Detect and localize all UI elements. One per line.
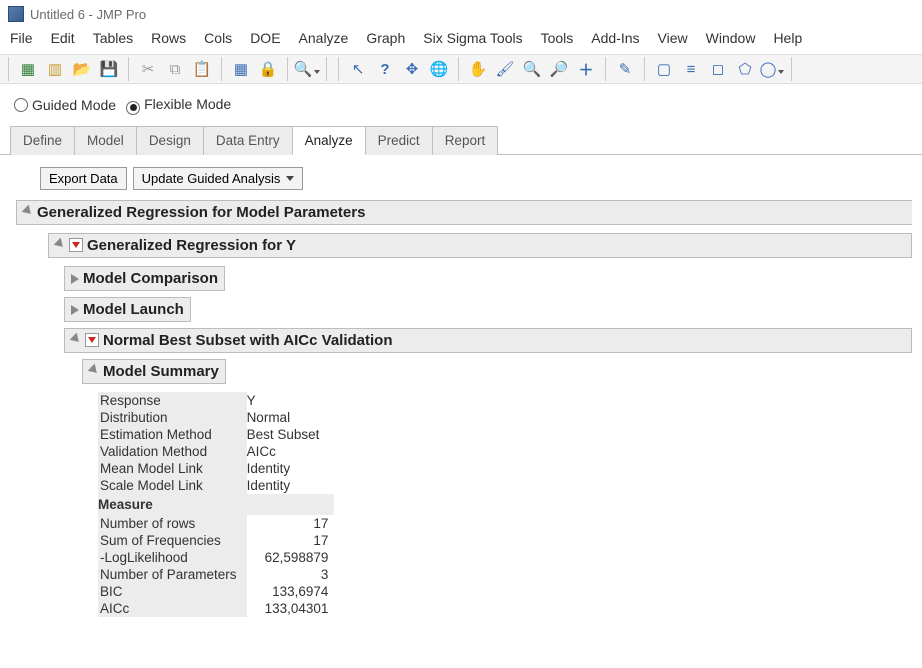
- row-nparam: Number of Parameters3: [98, 566, 334, 583]
- window-title: Untitled 6 - JMP Pro: [30, 7, 146, 22]
- disclosure-open-icon[interactable]: [88, 364, 101, 377]
- text-box-icon[interactable]: ▢: [652, 57, 676, 81]
- row-mean-link: Mean Model LinkIdentity: [98, 460, 334, 477]
- tab-define[interactable]: Define: [10, 126, 75, 155]
- new-table-icon[interactable]: ▦: [16, 57, 40, 81]
- menu-analyze[interactable]: Analyze: [299, 30, 349, 46]
- paste-icon[interactable]: 📋: [190, 57, 214, 81]
- row-sumfreq: Sum of Frequencies17: [98, 532, 334, 549]
- polygon-icon[interactable]: ⬠: [733, 57, 757, 81]
- crosshair-icon[interactable]: ✥: [400, 57, 424, 81]
- arrow-icon[interactable]: ↖: [346, 57, 370, 81]
- outline-model-launch[interactable]: Model Launch: [64, 297, 191, 322]
- lock-icon[interactable]: 🔒: [256, 57, 280, 81]
- outline-model-launch-label: Model Launch: [83, 301, 184, 318]
- row-scale-link: Scale Model LinkIdentity: [98, 477, 334, 494]
- new-script-icon[interactable]: ▥: [43, 57, 67, 81]
- outline-best-subset-label: Normal Best Subset with AICc Validation: [103, 332, 393, 349]
- redhot-icon[interactable]: [85, 333, 99, 347]
- menu-help[interactable]: Help: [773, 30, 802, 46]
- toolbar: ▦ ▥ 📂 💾 ✂ ⧉ 📋 ▦ 🔒 🔍 ↖ ? ✥ 🌐 ✋ 🖌 🔍 🔎 ＋ ✎ …: [0, 54, 922, 84]
- outline-best-subset[interactable]: Normal Best Subset with AICc Validation: [64, 328, 912, 353]
- flexible-mode-radio[interactable]: Flexible Mode: [126, 96, 231, 115]
- menu-cols[interactable]: Cols: [204, 30, 232, 46]
- menu-addins[interactable]: Add-Ins: [591, 30, 639, 46]
- disclosure-closed-icon[interactable]: [71, 305, 79, 315]
- menu-tables[interactable]: Tables: [93, 30, 133, 46]
- disclosure-closed-icon[interactable]: [71, 274, 79, 284]
- menu-edit[interactable]: Edit: [51, 30, 75, 46]
- table-icon[interactable]: ▦: [229, 57, 253, 81]
- tab-design[interactable]: Design: [136, 126, 204, 155]
- guided-mode-radio[interactable]: Guided Mode: [14, 97, 116, 113]
- disclosure-open-icon[interactable]: [70, 333, 83, 346]
- row-distribution: DistributionNormal: [98, 409, 334, 426]
- search-icon[interactable]: 🔍: [295, 57, 319, 81]
- plus-icon[interactable]: ＋: [574, 57, 598, 81]
- row-response: ResponseY: [98, 392, 334, 409]
- model-summary-table: ResponseY DistributionNormal Estimation …: [98, 392, 912, 617]
- outline-genreg-y[interactable]: Generalized Regression for Y: [48, 233, 912, 258]
- hand-icon[interactable]: ✋: [466, 57, 490, 81]
- outline-root-label: Generalized Regression for Model Paramet…: [37, 204, 365, 221]
- menu-doe[interactable]: DOE: [250, 30, 280, 46]
- outline-model-comparison-label: Model Comparison: [83, 270, 218, 287]
- disclosure-open-icon[interactable]: [54, 238, 67, 251]
- workflow-tabs: Define Model Design Data Entry Analyze P…: [0, 125, 922, 155]
- tab-model[interactable]: Model: [74, 126, 137, 155]
- row-loglik: -LogLikelihood62,598879: [98, 549, 334, 566]
- pencil-icon[interactable]: ✎: [613, 57, 637, 81]
- outline-model-summary-label: Model Summary: [103, 363, 219, 380]
- tab-analyze[interactable]: Analyze: [292, 126, 366, 155]
- outline-root[interactable]: Generalized Regression for Model Paramet…: [16, 200, 912, 225]
- menu-file[interactable]: File: [10, 30, 33, 46]
- lines-icon[interactable]: ≡: [679, 57, 703, 81]
- ellipse-icon[interactable]: ◯: [760, 57, 784, 81]
- disclosure-open-icon[interactable]: [22, 205, 35, 218]
- open-icon[interactable]: 📂: [70, 57, 94, 81]
- help-icon[interactable]: ?: [373, 57, 397, 81]
- row-measure-header: Measure: [98, 494, 334, 515]
- save-icon[interactable]: 💾: [97, 57, 121, 81]
- row-estimation: Estimation MethodBest Subset: [98, 426, 334, 443]
- tab-predict[interactable]: Predict: [365, 126, 433, 155]
- menu-sixsigma[interactable]: Six Sigma Tools: [423, 30, 522, 46]
- zoom-icon[interactable]: 🔍: [520, 57, 544, 81]
- shape-icon[interactable]: ◻: [706, 57, 730, 81]
- magnify-plus-icon[interactable]: 🔎: [547, 57, 571, 81]
- menubar: File Edit Tables Rows Cols DOE Analyze G…: [0, 26, 922, 54]
- row-validation: Validation MethodAICc: [98, 443, 334, 460]
- update-guided-button[interactable]: Update Guided Analysis: [133, 167, 304, 190]
- menu-window[interactable]: Window: [706, 30, 756, 46]
- menu-rows[interactable]: Rows: [151, 30, 186, 46]
- outline-genreg-y-label: Generalized Regression for Y: [87, 237, 296, 254]
- menu-graph[interactable]: Graph: [366, 30, 405, 46]
- export-data-button[interactable]: Export Data: [40, 167, 127, 190]
- row-aicc: AICc133,04301: [98, 600, 334, 617]
- tab-dataentry[interactable]: Data Entry: [203, 126, 293, 155]
- titlebar: Untitled 6 - JMP Pro: [0, 0, 922, 26]
- cut-icon[interactable]: ✂: [136, 57, 160, 81]
- outline-model-comparison[interactable]: Model Comparison: [64, 266, 225, 291]
- outline-model-summary[interactable]: Model Summary: [82, 359, 226, 384]
- app-icon: [8, 6, 24, 22]
- menu-view[interactable]: View: [658, 30, 688, 46]
- redhot-icon[interactable]: [69, 238, 83, 252]
- globe-icon[interactable]: 🌐: [427, 57, 451, 81]
- tab-report[interactable]: Report: [432, 126, 499, 155]
- copy-icon[interactable]: ⧉: [163, 57, 187, 81]
- brush-icon[interactable]: 🖌: [493, 57, 517, 81]
- row-nrows: Number of rows17: [98, 515, 334, 532]
- row-bic: BIC133,6974: [98, 583, 334, 600]
- mode-selector: Guided Mode Flexible Mode: [0, 84, 922, 125]
- analyze-panel: Export Data Update Guided Analysis Gener…: [0, 155, 922, 617]
- menu-tools[interactable]: Tools: [541, 30, 574, 46]
